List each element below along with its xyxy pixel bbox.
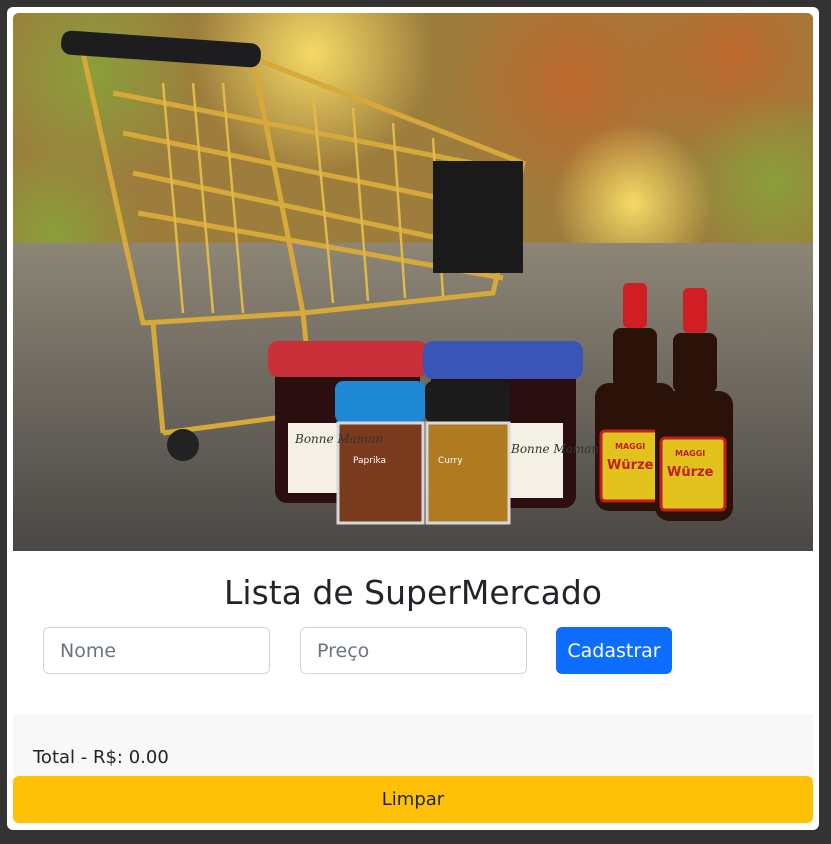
- register-button[interactable]: Cadastrar: [556, 627, 672, 674]
- jam-label-right: Bonne Maman: [510, 442, 599, 456]
- page-title: Lista de SuperMercado: [224, 573, 602, 612]
- hero-image: Bonne Maman Bonne Maman Paprika Curry MA…: [13, 13, 813, 551]
- shopping-cart-photo: Bonne Maman Bonne Maman Paprika Curry MA…: [13, 13, 813, 551]
- jam-label-left: Bonne Maman: [294, 432, 383, 446]
- spice-label-curry: Curry: [438, 456, 463, 466]
- bottle-brand-left: MAGGI: [615, 442, 645, 451]
- product-price-input[interactable]: [300, 627, 527, 674]
- shopping-list-card: Bonne Maman Bonne Maman Paprika Curry MA…: [7, 7, 819, 830]
- bottle-label-left: Würze: [607, 458, 654, 473]
- bottle-brand-right: MAGGI: [675, 449, 705, 458]
- total-label: Total - R$: 0.00: [33, 747, 169, 768]
- spice-label-paprika: Paprika: [353, 456, 386, 466]
- footer: Total - R$: 0.00 Limpar: [13, 714, 813, 824]
- bottle-label-right: Würze: [667, 465, 714, 480]
- product-name-input[interactable]: [43, 627, 270, 674]
- clear-button[interactable]: Limpar: [13, 776, 813, 823]
